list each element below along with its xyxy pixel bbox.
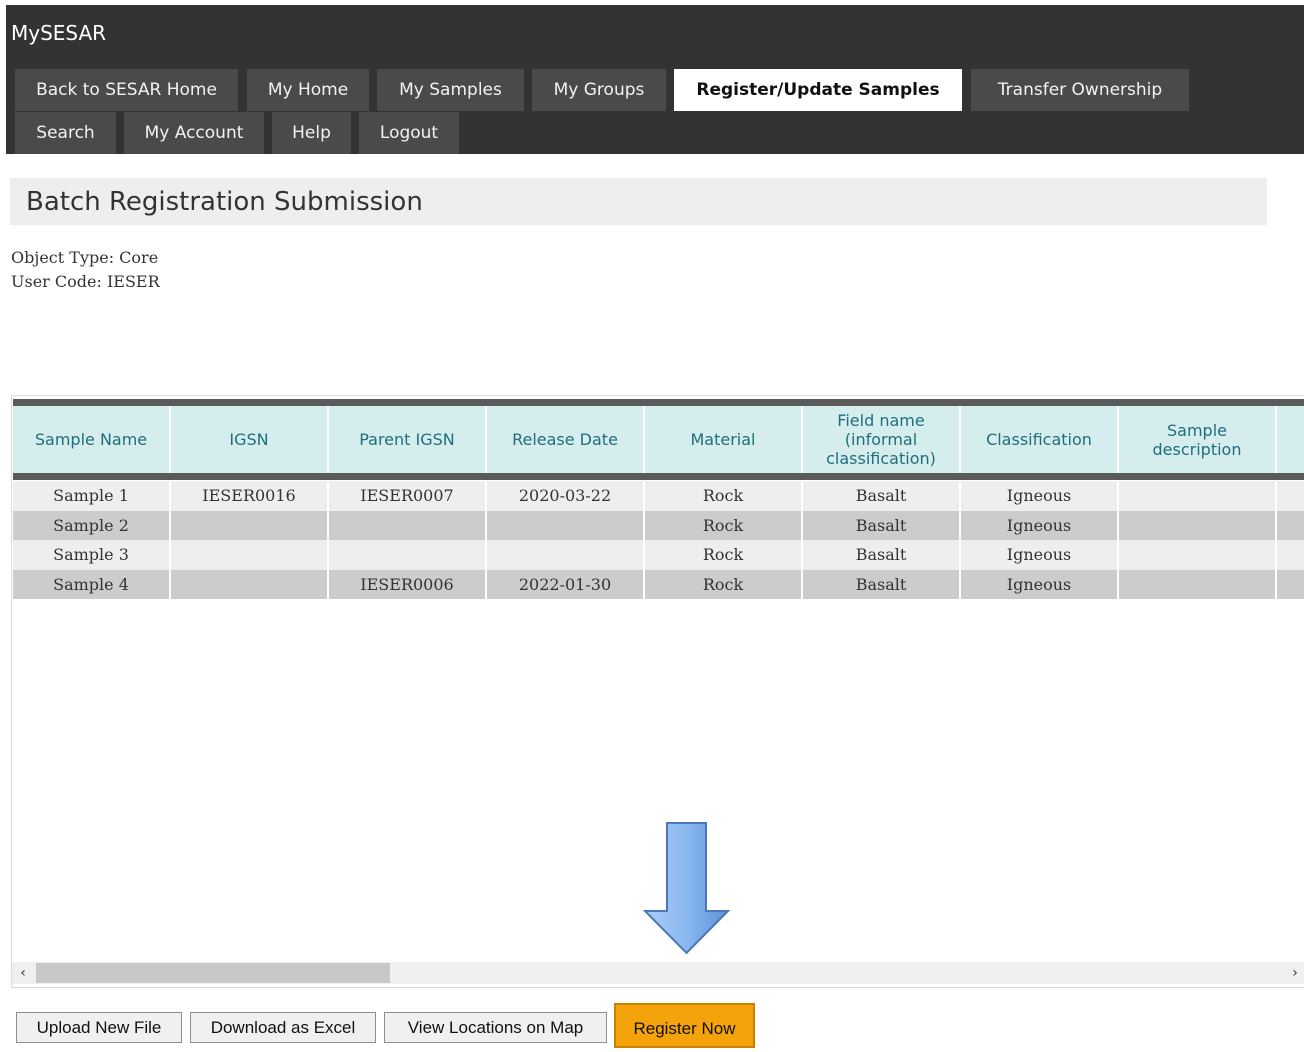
column-header-field-name[interactable]: Field name (informal classification) xyxy=(803,406,959,473)
column-header-classification[interactable]: Classification xyxy=(961,406,1117,473)
cell-parent-igsn[interactable] xyxy=(329,540,487,570)
scroll-left-icon[interactable]: ‹ xyxy=(14,962,32,984)
column-header-igsn[interactable]: IGSN xyxy=(171,406,327,473)
cell-release-date[interactable]: 2020-03-22 xyxy=(487,481,645,511)
cell-classification[interactable]: Igneous xyxy=(961,540,1119,570)
cell-material[interactable]: Rock xyxy=(645,569,803,599)
cell-classification[interactable]: Igneous xyxy=(961,569,1119,599)
view-locations-on-map-button[interactable]: View Locations on Map xyxy=(384,1012,607,1043)
cell-release-date[interactable] xyxy=(487,510,645,540)
tab-my-account[interactable]: My Account xyxy=(124,112,264,154)
horizontal-scrollbar[interactable]: ‹ › xyxy=(12,962,1304,984)
table-row[interactable]: Sample 4 IESER0006 2022-01-30 Rock Basal… xyxy=(13,569,1304,599)
column-header-sample-name[interactable]: Sample Name xyxy=(13,406,169,473)
cell-sample-name[interactable]: Sample 3 xyxy=(13,540,171,570)
download-as-excel-button[interactable]: Download as Excel xyxy=(190,1012,376,1043)
top-navigation: MySESAR Back to SESAR Home My Home My Sa… xyxy=(6,5,1304,154)
tab-my-home[interactable]: My Home xyxy=(247,69,369,111)
cell-parent-igsn[interactable] xyxy=(329,510,487,540)
cell-igsn[interactable] xyxy=(171,540,329,570)
cell-parent-igsn[interactable]: IESER0007 xyxy=(329,481,487,511)
cell-release-date[interactable] xyxy=(487,540,645,570)
table-row[interactable]: Sample 1 IESER0016 IESER0007 2020-03-22 … xyxy=(13,481,1304,511)
cell-igsn[interactable]: IESER0016 xyxy=(171,481,329,511)
cell-sample-description[interactable] xyxy=(1119,569,1277,599)
down-arrow-icon xyxy=(643,822,731,955)
cell-igsn[interactable] xyxy=(171,569,329,599)
tab-search[interactable]: Search xyxy=(15,112,116,154)
scrollbar-thumb[interactable] xyxy=(36,963,390,983)
column-header-release-date[interactable]: Release Date xyxy=(487,406,643,473)
table-row[interactable]: Sample 2 Rock Basalt Igneous xyxy=(13,510,1304,540)
tab-transfer-ownership[interactable]: Transfer Ownership xyxy=(971,69,1189,111)
cell-igsn[interactable] xyxy=(171,510,329,540)
cell-classification[interactable]: Igneous xyxy=(961,510,1119,540)
grid-top-rule xyxy=(13,399,1304,406)
cell-material[interactable]: Rock xyxy=(645,481,803,511)
cell-sample-name[interactable]: Sample 2 xyxy=(13,510,171,540)
user-code-label: User Code: IESER xyxy=(11,272,160,291)
cell-field-name[interactable]: Basalt xyxy=(803,540,961,570)
cell-sample-name[interactable]: Sample 1 xyxy=(13,481,171,511)
tab-my-samples[interactable]: My Samples xyxy=(377,69,524,111)
cell-field-name[interactable]: Basalt xyxy=(803,510,961,540)
cell-parent-igsn[interactable]: IESER0006 xyxy=(329,569,487,599)
grid-header-rule xyxy=(13,473,1304,480)
app-title: MySESAR xyxy=(11,21,107,45)
tab-logout[interactable]: Logout xyxy=(359,112,459,154)
cell-field-name[interactable]: Basalt xyxy=(803,569,961,599)
register-now-button[interactable]: Register Now xyxy=(614,1003,755,1048)
tab-back-to-sesar-home[interactable]: Back to SESAR Home xyxy=(15,69,238,111)
cell-material[interactable]: Rock xyxy=(645,540,803,570)
column-header-parent-igsn[interactable]: Parent IGSN xyxy=(329,406,485,473)
cell-field-name[interactable]: Basalt xyxy=(803,481,961,511)
column-header-sample-description[interactable]: Sample description xyxy=(1119,406,1275,473)
cell-material[interactable]: Rock xyxy=(645,510,803,540)
object-type-label: Object Type: Core xyxy=(11,248,159,267)
page-title-bar: Batch Registration Submission xyxy=(10,178,1267,225)
upload-new-file-button[interactable]: Upload New File xyxy=(16,1012,182,1043)
cell-classification[interactable]: Igneous xyxy=(961,481,1119,511)
cell-sample-description[interactable] xyxy=(1119,510,1277,540)
cell-release-date[interactable]: 2022-01-30 xyxy=(487,569,645,599)
table-row[interactable]: Sample 3 Rock Basalt Igneous xyxy=(13,540,1304,570)
column-header-material[interactable]: Material xyxy=(645,406,801,473)
tab-my-groups[interactable]: My Groups xyxy=(532,69,666,111)
grid-header-row: Sample Name IGSN Parent IGSN Release Dat… xyxy=(13,406,1304,473)
cell-sample-name[interactable]: Sample 4 xyxy=(13,569,171,599)
tab-help[interactable]: Help xyxy=(272,112,351,154)
column-header-next[interactable] xyxy=(1277,406,1304,473)
cell-sample-description[interactable] xyxy=(1119,540,1277,570)
scroll-right-icon[interactable]: › xyxy=(1286,962,1304,984)
cell-sample-description[interactable] xyxy=(1119,481,1277,511)
page-title: Batch Registration Submission xyxy=(26,187,423,217)
tab-register-update-samples[interactable]: Register/Update Samples xyxy=(674,69,962,111)
